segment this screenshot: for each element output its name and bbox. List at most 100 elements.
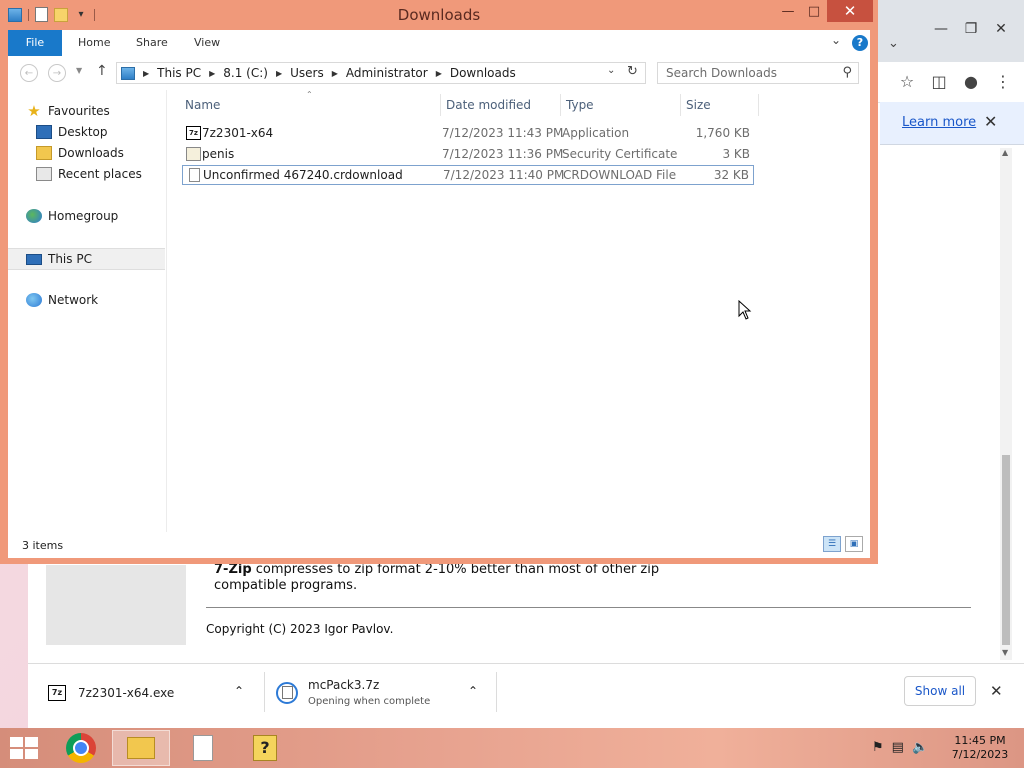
address-dropdown-chevron-icon[interactable]: ⌄ [607,65,615,76]
menu-kebab-icon[interactable]: ⋮ [994,70,1012,92]
tab-search-chevron-icon[interactable]: ⌄ [888,36,899,51]
bookmark-star-icon[interactable]: ☆ [898,70,916,92]
nav-item-homegroup[interactable]: Homegroup [26,206,182,226]
tab-view[interactable]: View [180,30,234,56]
breadcrumb-chevron-icon[interactable]: ▶ [276,69,282,78]
new-folder-icon[interactable] [54,7,68,22]
file-date: 7/12/2023 11:40 PM [443,168,565,182]
back-button[interactable]: ← [20,64,38,82]
certificate-icon [186,147,201,161]
file-list: ⌃ Name Date modified Type Size 7z 7z2301… [178,90,870,532]
details-view-icon[interactable]: ☰ [823,536,841,552]
tab-home[interactable]: Home [64,30,124,56]
breadcrumb-chevron-icon[interactable]: ▶ [332,69,338,78]
expand-ribbon-chevron-icon[interactable]: ⌄ [831,33,841,47]
file-row[interactable]: penis 7/12/2023 11:36 PM Security Certif… [182,144,754,164]
column-header-size[interactable]: Size [686,98,711,112]
large-icons-view-icon[interactable]: ▣ [845,536,863,552]
column-header-name[interactable]: Name [185,98,220,112]
breadcrumb-chevron-icon[interactable]: ▶ [436,69,442,78]
ribbon-tabs: File Home Share View ⌄ ? [8,30,870,57]
customize-qat-icon[interactable]: ▾ [74,8,88,22]
breadcrumb-administrator[interactable]: Administrator [346,66,428,80]
refresh-icon[interactable]: ↻ [627,64,638,79]
nav-item-this-pc[interactable]: This PC [8,248,165,270]
minimize-button[interactable]: — [775,0,801,22]
maximize-button[interactable]: □ [801,0,827,22]
item-count: 3 items [22,539,64,552]
nav-item-label: Desktop [58,125,108,139]
side-panel-icon[interactable]: ◫ [930,70,948,92]
recent-locations-chevron-icon[interactable]: ▼ [76,66,82,75]
page-scrollbar-thumb[interactable] [1002,455,1010,645]
browser-minimize-button[interactable]: — [926,14,956,44]
taskbar: ? ⚑ ▤ 🔈 11:45 PM 7/12/2023 [0,728,1024,768]
browser-restore-button[interactable]: ❐ [956,14,986,44]
system-clock[interactable]: 11:45 PM 7/12/2023 [948,734,1012,762]
page-text-bold: 7-Zip [214,562,252,577]
taskbar-notepad[interactable] [174,730,232,766]
file-name: penis [202,147,235,161]
navigation-pane: ★ Favourites Desktop Downloads Recent pl… [8,90,167,532]
infobar-close-icon[interactable]: ✕ [984,112,997,131]
close-button[interactable]: ✕ [827,0,873,22]
system-tray: ⚑ ▤ 🔈 [872,740,928,755]
start-windows-icon[interactable] [10,737,38,759]
address-bar[interactable]: ▶ This PC ▶ 8.1 (C:) ▶ Users ▶ Administr… [116,62,646,84]
taskbar-chrome[interactable] [52,730,110,766]
up-button[interactable]: ↑ [96,63,108,79]
chevron-up-icon[interactable]: ⌃ [468,684,478,698]
nav-item-label: Homegroup [48,209,119,223]
breadcrumb-this-pc[interactable]: This PC [157,66,201,80]
breadcrumb-chevron-icon[interactable]: ▶ [143,69,149,78]
download-shelf-close-icon[interactable]: ✕ [990,682,1003,700]
file-row[interactable]: 7z 7z2301-x64 7/12/2023 11:43 PM Applica… [182,123,754,143]
help-icon[interactable]: ? [852,35,868,51]
learn-more-link[interactable]: Learn more [902,115,976,130]
show-all-button[interactable]: Show all [904,676,976,706]
page-image-placeholder [46,565,186,645]
window-title: Downloads [397,6,481,24]
7z-app-icon: 7z [48,684,66,701]
nav-item-downloads[interactable]: Downloads [36,143,192,163]
scroll-up-icon[interactable]: ▲ [1002,148,1008,157]
column-separator[interactable] [680,94,681,116]
column-header-date[interactable]: Date modified [446,98,531,112]
nav-item-recent-places[interactable]: Recent places [36,164,192,184]
file-size: 3 KB [722,147,750,161]
breadcrumb-downloads[interactable]: Downloads [450,66,516,80]
profile-icon[interactable]: ● [962,70,980,92]
flag-icon[interactable]: ⚑ [872,740,884,755]
column-separator[interactable] [440,94,441,116]
explorer-app-icon[interactable] [8,7,22,22]
search-input[interactable]: Search Downloads ⚲ [657,62,859,84]
search-placeholder: Search Downloads [666,66,777,80]
page-description: 7-Zip compresses to zip format 2-10% bet… [214,562,684,594]
forward-button[interactable]: → [48,64,66,82]
nav-item-network[interactable]: Network [26,290,182,310]
taskbar-help[interactable]: ? [236,730,294,766]
search-icon[interactable]: ⚲ [842,63,852,83]
network-status-icon[interactable]: ▤ [892,740,904,755]
nav-item-desktop[interactable]: Desktop [36,122,192,142]
tab-file[interactable]: File [8,30,62,56]
chrome-icon [66,733,96,763]
scroll-down-icon[interactable]: ▼ [1002,648,1008,657]
file-row[interactable]: Unconfirmed 467240.crdownload 7/12/2023 … [182,165,754,185]
volume-muted-icon[interactable]: 🔈 [912,740,928,755]
download-item-7z2301[interactable]: 7z 7z2301-x64.exe [48,664,174,721]
breadcrumb-chevron-icon[interactable]: ▶ [209,69,215,78]
tab-share[interactable]: Share [122,30,182,56]
chevron-up-icon[interactable]: ⌃ [234,684,244,698]
browser-close-button[interactable]: ✕ [986,14,1016,44]
properties-icon[interactable] [35,7,48,22]
download-item-mcpack[interactable]: mcPack3.7z Opening when complete [276,664,430,721]
breadcrumb-drive[interactable]: 8.1 (C:) [223,66,268,80]
taskbar-file-explorer[interactable] [112,730,170,766]
breadcrumb-users[interactable]: Users [290,66,324,80]
explorer-titlebar[interactable]: Downloads ▾ — □ ✕ [0,0,878,30]
column-separator[interactable] [560,94,561,116]
column-separator[interactable] [758,94,759,116]
nav-item-favourites[interactable]: ★ Favourites [26,101,182,121]
column-header-type[interactable]: Type [566,98,594,112]
